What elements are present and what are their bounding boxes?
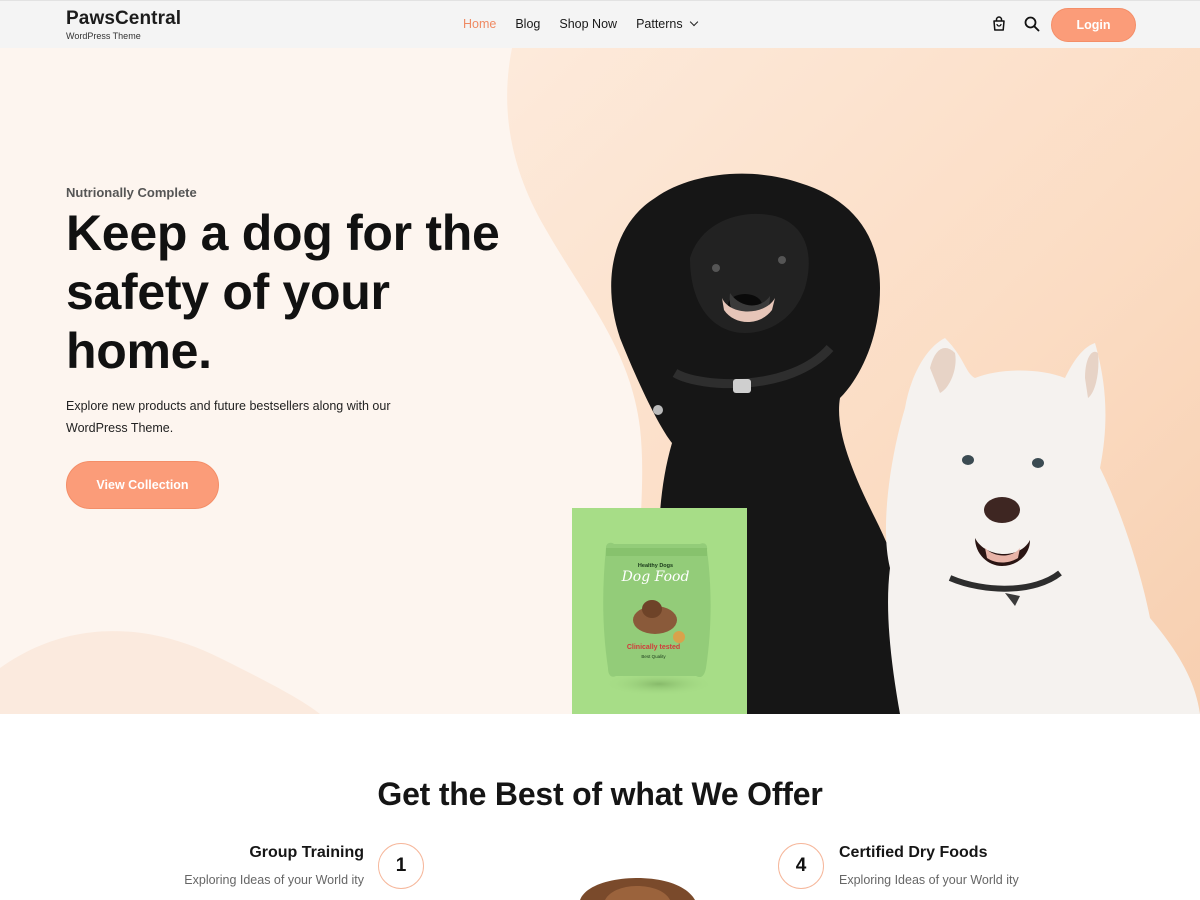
feature-title: Group Training [249, 844, 364, 861]
chevron-down-icon [689, 17, 698, 27]
brand-name[interactable]: PawsCentral [66, 9, 181, 29]
feature-description: Exploring Ideas of your World ity [839, 873, 1019, 887]
feature-certified-dry-foods[interactable]: Certified Dry Foods Exploring Ideas of y… [839, 844, 1019, 891]
main-nav: Home Blog Shop Now Patterns [463, 17, 716, 31]
nav-item-patterns[interactable]: Patterns [636, 17, 698, 31]
dog-food-product-card[interactable]: Healthy Dogs Dog Food Clinically tested … [572, 508, 747, 714]
offer-title: Get the Best of what We Offer [377, 776, 823, 812]
brand-tagline: WordPress Theme [66, 31, 141, 41]
feature-number-badge: 1 [378, 843, 424, 889]
hero-section: Nutrionally Complete Keep a dog for the … [0, 48, 1200, 714]
product-name: Dog Food [621, 569, 690, 585]
feature-title: Certified Dry Foods [839, 844, 988, 861]
nav-item-shop-now[interactable]: Shop Now [559, 17, 617, 31]
product-tag: Clinically tested [626, 644, 681, 651]
nav-item-home[interactable]: Home [463, 17, 496, 31]
site-header: PawsCentral WordPress Theme Home Blog Sh… [0, 0, 1200, 48]
search-icon[interactable] [1023, 15, 1041, 33]
login-button[interactable]: Login [1051, 8, 1136, 42]
feature-group-training[interactable]: Group Training Exploring Ideas of your W… [184, 844, 364, 891]
feature-description: Exploring Ideas of your World ity [184, 873, 364, 887]
white-puppy-illustration [885, 338, 1200, 714]
dog-food-bag-illustration [603, 542, 714, 696]
shopping-bag-icon[interactable] [990, 15, 1008, 33]
nav-item-blog[interactable]: Blog [515, 17, 540, 31]
brand[interactable]: PawsCentral WordPress Theme [66, 9, 181, 42]
center-pet-image [580, 878, 695, 900]
nav-item-patterns-label: Patterns [636, 17, 683, 31]
feature-number-badge: 4 [778, 843, 824, 889]
product-quality: Best Quality [641, 654, 666, 659]
